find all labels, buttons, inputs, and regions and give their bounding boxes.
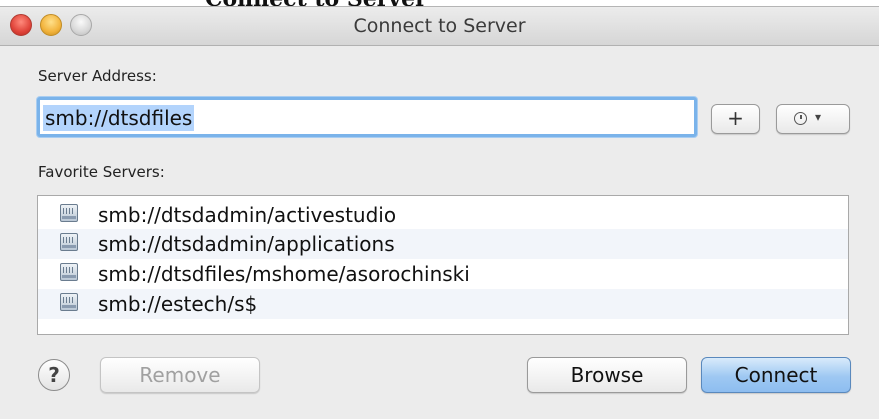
title-bar: Connect to Server bbox=[0, 7, 879, 46]
network-server-icon bbox=[60, 204, 78, 222]
help-button[interactable]: ? bbox=[38, 359, 70, 391]
remove-button[interactable]: Remove bbox=[100, 357, 260, 393]
network-server-icon bbox=[60, 293, 78, 311]
favorite-servers-list[interactable]: smb://dtsdadmin/activestudio smb://dtsda… bbox=[37, 195, 849, 335]
server-address-value: smb://dtsdfiles bbox=[43, 105, 195, 131]
favorite-server-url: smb://estech/s$ bbox=[98, 292, 258, 316]
list-item[interactable]: smb://estech/s$ bbox=[38, 289, 848, 319]
server-address-input[interactable]: smb://dtsdfiles bbox=[37, 97, 697, 137]
add-favorite-button[interactable]: + bbox=[711, 104, 760, 134]
chevron-down-icon: ▾ bbox=[815, 110, 822, 124]
favorite-servers-label: Favorite Servers: bbox=[38, 163, 165, 181]
clock-icon bbox=[794, 112, 807, 125]
server-address-label: Server Address: bbox=[38, 67, 157, 85]
recent-servers-button[interactable]: ▾ bbox=[776, 104, 850, 134]
window-title: Connect to Server bbox=[353, 15, 526, 37]
favorite-server-url: smb://dtsdfiles/mshome/asorochinski bbox=[98, 262, 470, 286]
connect-to-server-window: Connect to Server Server Address: smb://… bbox=[0, 6, 879, 419]
browse-button[interactable]: Browse bbox=[527, 357, 687, 393]
favorite-server-url: smb://dtsdadmin/applications bbox=[98, 232, 395, 256]
connect-button[interactable]: Connect bbox=[701, 357, 851, 393]
network-server-icon bbox=[60, 233, 78, 251]
network-server-icon bbox=[60, 263, 78, 281]
list-item[interactable]: smb://dtsdfiles/mshome/asorochinski bbox=[38, 259, 848, 289]
list-item[interactable]: smb://dtsdadmin/applications bbox=[38, 229, 848, 259]
favorite-server-url: smb://dtsdadmin/activestudio bbox=[98, 203, 397, 227]
list-item[interactable]: smb://dtsdadmin/activestudio bbox=[38, 200, 848, 230]
